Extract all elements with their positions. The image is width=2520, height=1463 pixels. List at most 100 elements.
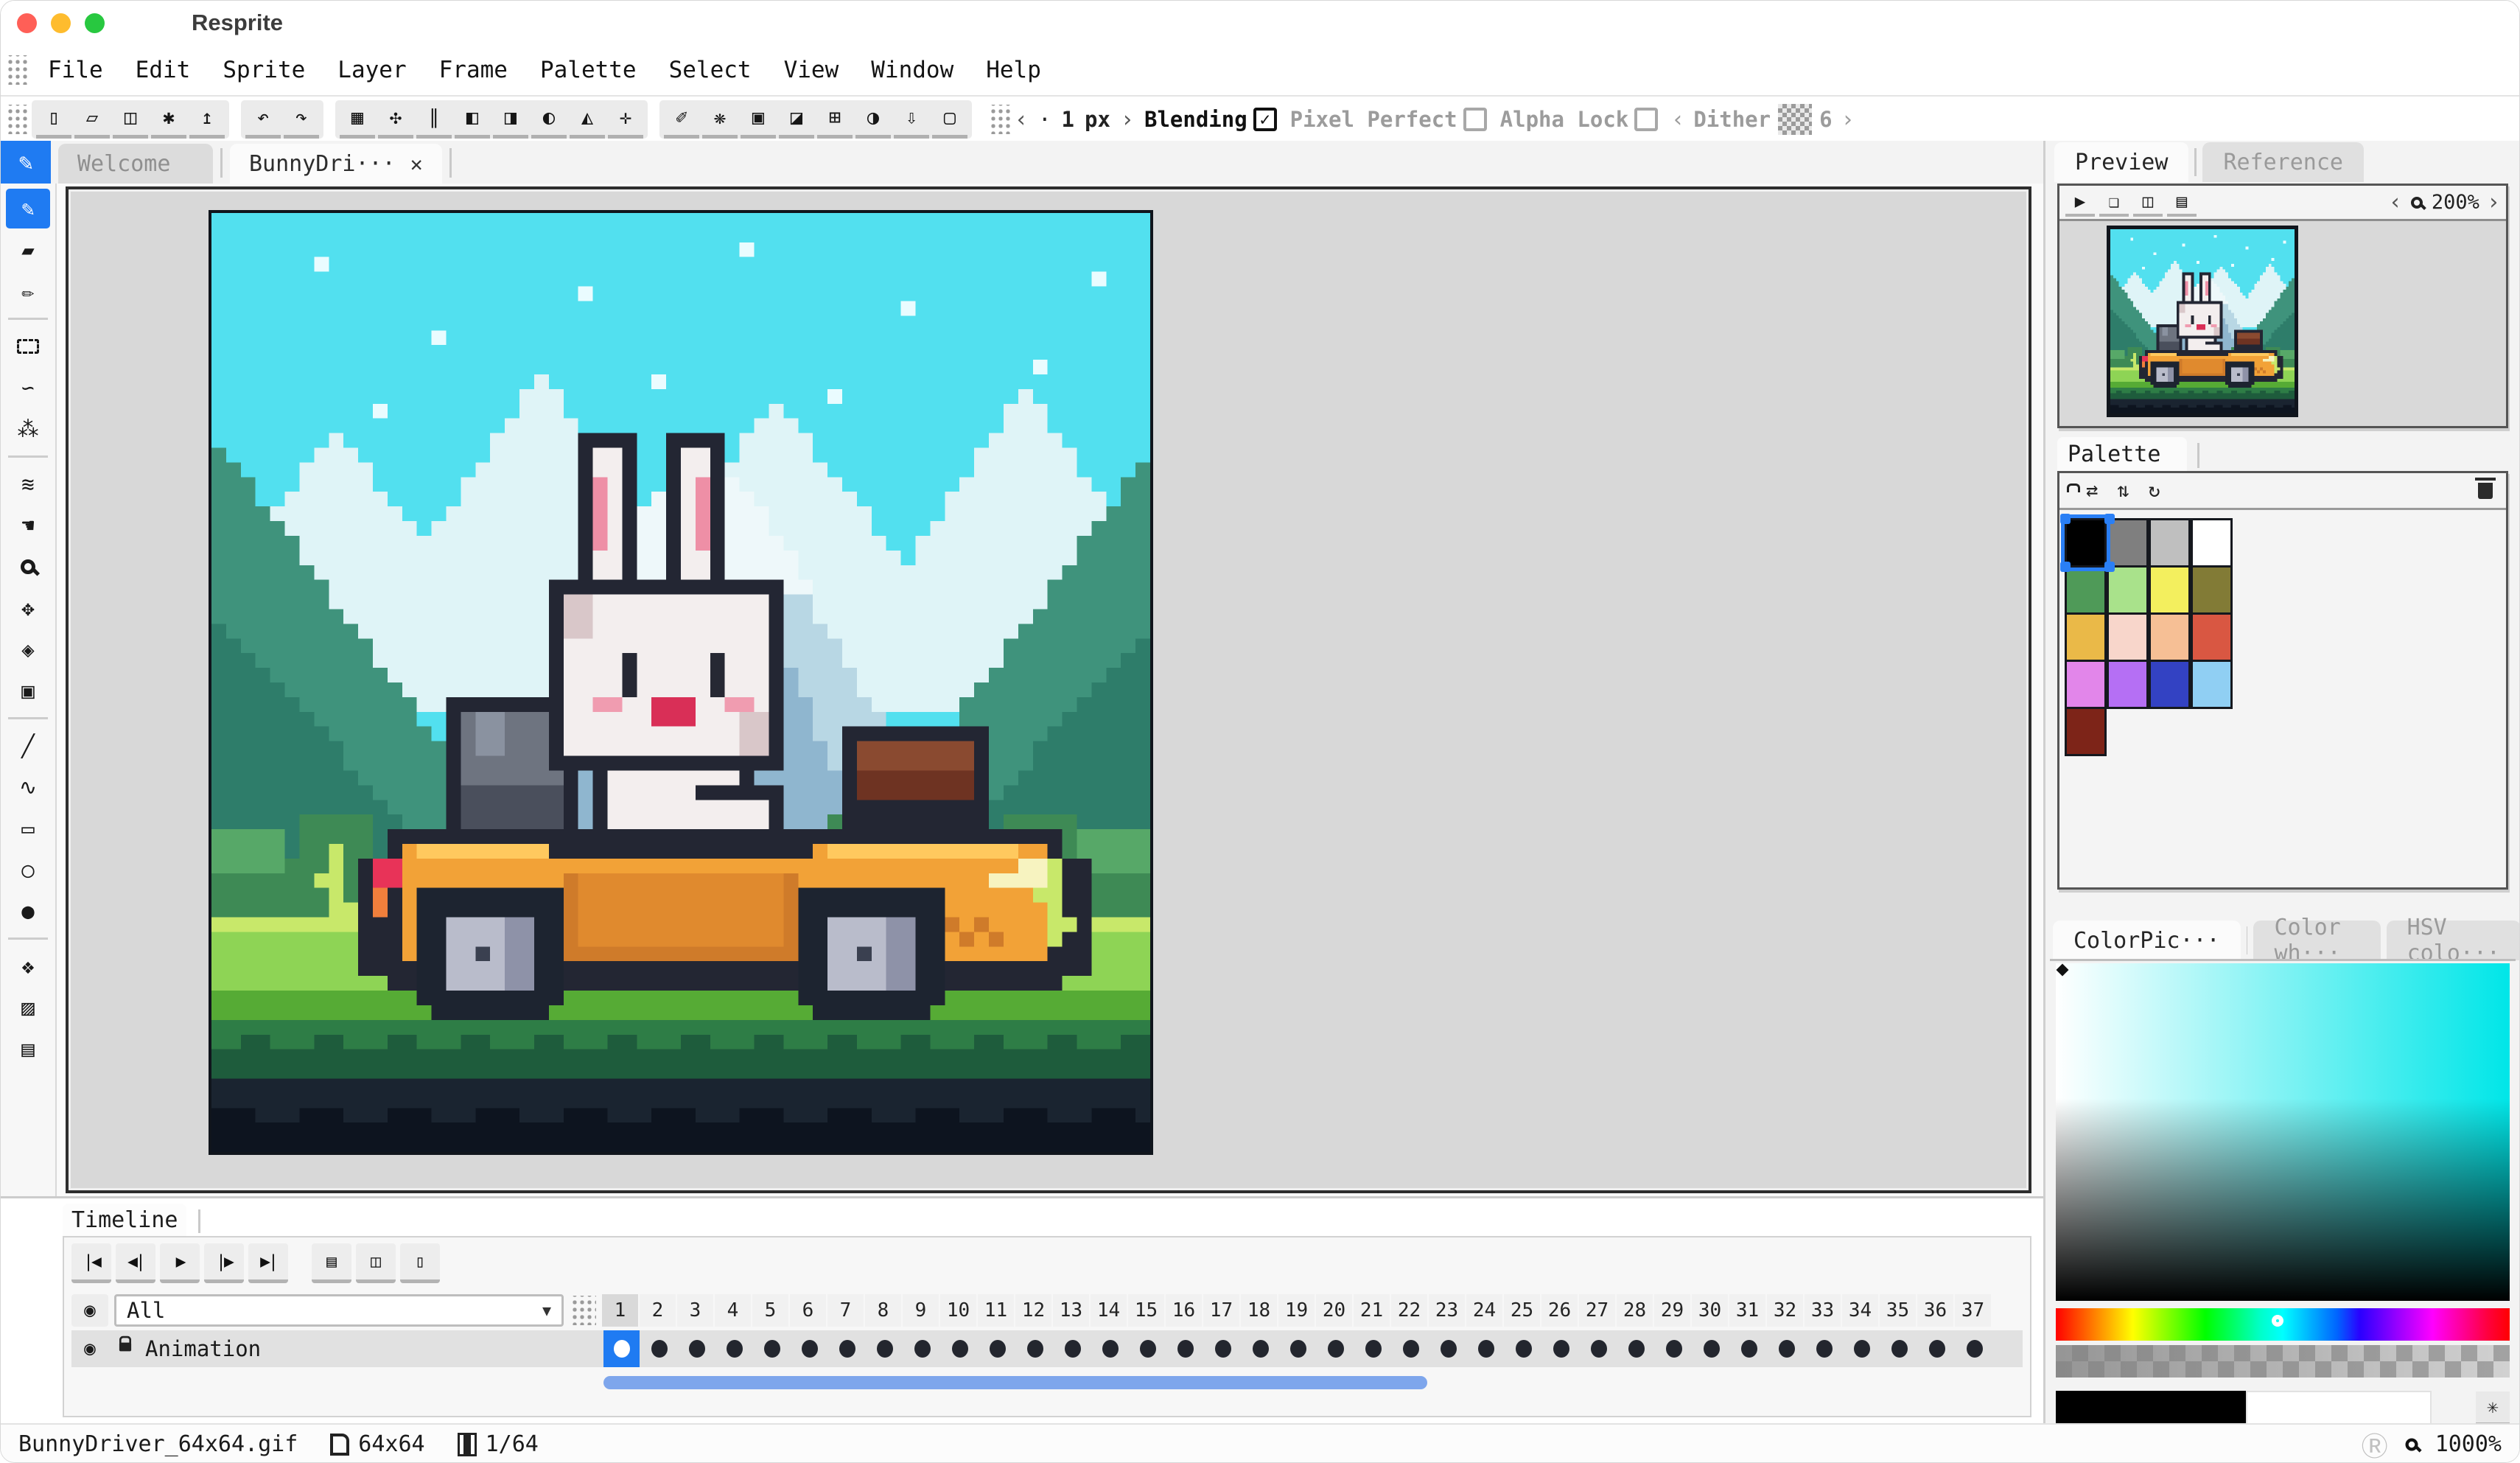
preview-play-button[interactable]: ▶ [2065,189,2095,217]
visibility-all-button[interactable]: ◉ [71,1294,108,1327]
blending-checkbox[interactable]: ✓ [1253,108,1277,131]
frame-cell-3[interactable] [679,1330,715,1367]
next-frame-button[interactable]: |▶ [204,1243,244,1283]
dither-brush-tool[interactable]: ▨ [6,988,50,1027]
frame-cell-30[interactable] [1693,1330,1729,1367]
frame-header-12[interactable]: 12 [1015,1294,1051,1327]
smudge-tool[interactable]: ≋ [6,464,50,504]
palette-swatch-9[interactable] [2065,612,2107,662]
frame-cell-11[interactable] [979,1330,1015,1367]
frame-header-7[interactable]: 7 [827,1294,864,1327]
tab-colorpicker-3[interactable]: HSV colo··· [2387,921,2520,960]
new-file-button[interactable]: ▯ [36,100,71,139]
frame-cell-31[interactable] [1731,1330,1767,1367]
frame-cell-10[interactable] [942,1330,978,1367]
timeline-drag-handle[interactable] [570,1296,596,1325]
rotate-button[interactable]: ◐ [531,100,567,139]
frame-cell-12[interactable] [1017,1330,1053,1367]
frame-cell-5[interactable] [754,1330,790,1367]
onion-settings-button[interactable]: ◫ [356,1243,396,1283]
frame-cell-17[interactable] [1205,1330,1241,1367]
menu-item-palette[interactable]: Palette [524,45,653,95]
palette-swatch-13[interactable] [2065,660,2107,709]
tab-preview[interactable]: Preview [2054,142,2188,182]
tab-reference[interactable]: Reference [2202,142,2364,182]
frame-header-20[interactable]: 20 [1316,1294,1352,1327]
menubar-drag-handle[interactable] [5,55,27,85]
palette-swatch-10[interactable] [2107,612,2149,662]
frame-cell-8[interactable] [867,1330,903,1367]
palette-swatch-14[interactable] [2107,660,2149,709]
palette-swatch-7[interactable] [2149,565,2191,615]
marquee-tool[interactable] [6,327,50,366]
sv-cursor[interactable] [2057,964,2069,977]
palette-swatch-2[interactable] [2107,518,2149,568]
menu-item-edit[interactable]: Edit [119,45,207,95]
frame-cell-29[interactable] [1656,1330,1692,1367]
menu-item-file[interactable]: File [32,45,119,95]
frame-cell-14[interactable] [1092,1330,1128,1367]
frame-cell-35[interactable] [1881,1330,1917,1367]
flip-horizontal-button[interactable]: ◧ [455,100,490,139]
frame-header-3[interactable]: 3 [677,1294,713,1327]
frame-header-4[interactable]: 4 [715,1294,751,1327]
zoom-window-button[interactable] [85,13,105,33]
undo-button[interactable]: ↶ [245,100,281,139]
frame-cell-6[interactable] [791,1330,827,1367]
menu-item-view[interactable]: View [768,45,855,95]
frame-cell-26[interactable] [1543,1330,1579,1367]
menu-item-help[interactable]: Help [970,45,1057,95]
palette-swatch-12[interactable] [2191,612,2233,662]
frame-header-19[interactable]: 19 [1278,1294,1315,1327]
frame-cell-24[interactable] [1468,1330,1504,1367]
frame-cell-19[interactable] [1280,1330,1316,1367]
timeline-scrollbar[interactable] [603,1376,1427,1389]
frame-cell-4[interactable] [716,1330,752,1367]
alpha-lock-checkbox[interactable] [1634,108,1658,131]
minimize-window-button[interactable] [51,13,71,33]
preview-tile-view-button[interactable]: ▤ [2167,189,2197,217]
frame-header-10[interactable]: 10 [940,1294,976,1327]
filled-shape-tool[interactable]: ● [6,891,50,931]
frame-cell-1[interactable] [603,1330,640,1367]
preview-zoom-out-button[interactable]: ‹ [2389,189,2402,215]
menu-item-window[interactable]: Window [855,45,970,95]
frame-header-32[interactable]: 32 [1767,1294,1803,1327]
frame-cell-25[interactable] [1505,1330,1541,1367]
ink-tool[interactable]: ❖ [6,946,50,986]
select-shrink-button[interactable]: ⇩ [894,100,929,139]
menu-item-select[interactable]: Select [653,45,768,95]
palette-swatch-11[interactable] [2149,612,2191,662]
frame-header-15[interactable]: 15 [1128,1294,1164,1327]
frame-header-17[interactable]: 17 [1203,1294,1239,1327]
select-grid-button[interactable]: ⊞ [817,100,853,139]
dither-increase-button[interactable]: › [1841,107,1855,133]
frame-cell-15[interactable] [1130,1330,1166,1367]
tab-document[interactable]: BunnyDri··· ✕ [230,144,442,184]
frame-header-21[interactable]: 21 [1354,1294,1390,1327]
save-file-button[interactable]: ◫ [113,100,148,139]
settings-button[interactable]: ✱ [151,100,186,139]
palette-swatch-4[interactable] [2191,518,2233,568]
frame-cell-16[interactable] [1167,1330,1203,1367]
pencil-tool[interactable]: ✎ [6,189,50,228]
layer-filter-dropdown[interactable]: All ▼ [114,1294,564,1327]
close-tab-icon[interactable]: ✕ [410,152,423,176]
frame-header-30[interactable]: 30 [1692,1294,1728,1327]
frame-cell-18[interactable] [1242,1330,1278,1367]
layer-visibility-button[interactable]: ◉ [71,1333,108,1365]
frame-header-6[interactable]: 6 [790,1294,826,1327]
secondary-color-swatch[interactable] [2246,1391,2432,1426]
grid-button[interactable]: ▦ [340,100,375,139]
align-center-button[interactable]: ✛ [608,100,643,139]
frame-header-27[interactable]: 27 [1579,1294,1615,1327]
palette-swatch-16[interactable] [2191,660,2233,709]
frame-header-34[interactable]: 34 [1842,1294,1878,1327]
options-drag-handle[interactable] [988,105,1010,134]
alpha-slider[interactable] [2056,1345,2510,1378]
frame-header-23[interactable]: 23 [1429,1294,1465,1327]
preview-fit-view-button[interactable]: ❏ [2099,189,2129,217]
pattern-stamp-tool[interactable]: ▤ [6,1029,50,1069]
palette-swatch-3[interactable] [2149,518,2191,568]
select-pencil-button[interactable]: ✐ [664,100,699,139]
